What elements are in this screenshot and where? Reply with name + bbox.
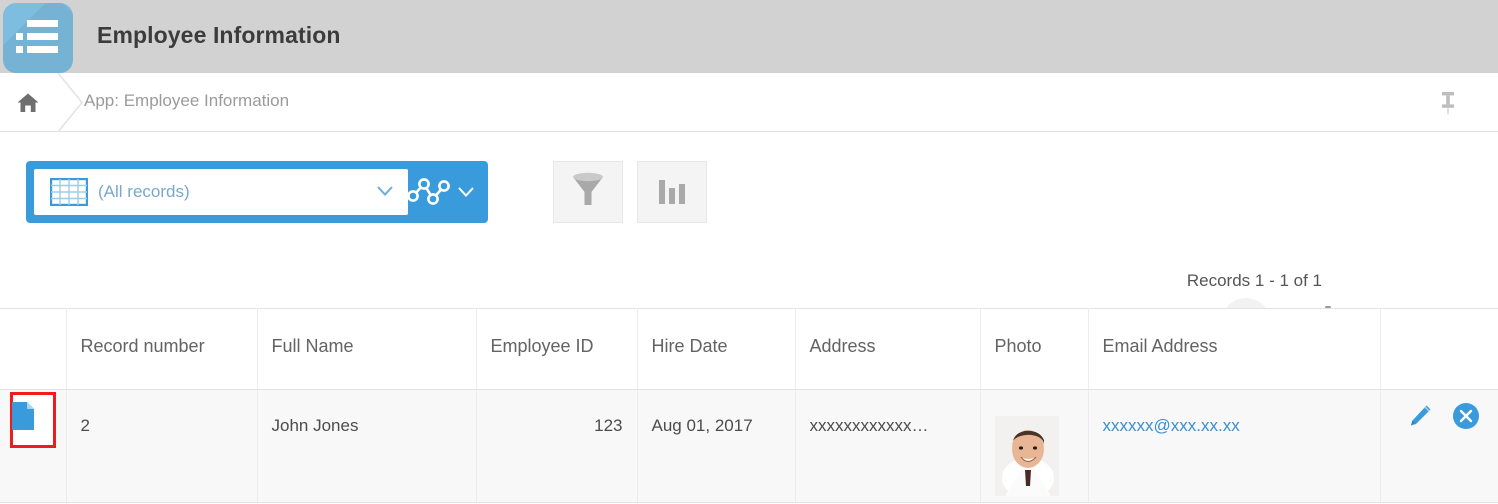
- breadcrumb: App: Employee Information: [0, 72, 1498, 133]
- view-selector-group: (All records): [26, 161, 488, 223]
- employee-information-app: Employee Information App: Employee Infor…: [0, 0, 1498, 504]
- chevron-down-icon: [457, 185, 475, 199]
- page-title: Employee Information: [97, 22, 341, 48]
- cell-address: xxxxxxxxxxxx…: [795, 389, 981, 503]
- column-header-hire-date[interactable]: Hire Date: [637, 308, 796, 390]
- document-icon[interactable]: [12, 402, 34, 430]
- column-header-employee-id[interactable]: Employee ID: [476, 308, 638, 390]
- records-table: Record number Full Name Employee ID Hire…: [0, 308, 1498, 503]
- column-header-blank-left: [0, 308, 67, 390]
- record-count-label: Records 1 - 1 of 1: [1186, 271, 1322, 290]
- record-open-cell[interactable]: [0, 389, 67, 503]
- column-header-photo[interactable]: Photo: [980, 308, 1089, 390]
- email-link[interactable]: xxxxxx@xxx.xx.xx: [1103, 416, 1240, 435]
- title-bar: Employee Information: [0, 0, 1498, 73]
- cell-hire-date: Aug 01, 2017: [637, 389, 796, 503]
- app-icon-container[interactable]: [3, 3, 73, 73]
- cell-record-number: 2: [66, 389, 258, 503]
- cell-full-name: John Jones: [257, 389, 477, 503]
- bar-chart-icon: [657, 174, 687, 211]
- chevron-down-icon: [376, 184, 394, 198]
- delete-circle-icon[interactable]: [1452, 402, 1480, 430]
- breadcrumb-app-label[interactable]: App: Employee Information: [84, 91, 289, 111]
- funnel-filter-icon: [571, 171, 605, 214]
- table-header-row: Record number Full Name Employee ID Hire…: [0, 308, 1498, 390]
- view-select-value: (All records): [98, 182, 190, 201]
- employee-photo: [994, 416, 1059, 496]
- chart-button[interactable]: [637, 161, 707, 223]
- cell-email-address: xxxxxx@xxx.xx.xx: [1088, 389, 1381, 503]
- table-row: 2 John Jones 123 Aug 01, 2017 xxxxxxxxxx…: [0, 389, 1498, 503]
- cell-photo: [980, 389, 1089, 503]
- line-graph-icon: [407, 172, 457, 213]
- filter-button[interactable]: [553, 161, 623, 223]
- column-header-full-name[interactable]: Full Name: [257, 308, 477, 390]
- pencil-edit-icon[interactable]: [1407, 403, 1433, 429]
- pin-icon[interactable]: [1436, 90, 1460, 116]
- list-app-icon: [3, 3, 73, 73]
- cell-row-actions: [1380, 389, 1498, 503]
- column-header-address[interactable]: Address: [795, 308, 981, 390]
- column-header-blank-right: [1380, 308, 1498, 390]
- column-header-record-number[interactable]: Record number: [66, 308, 258, 390]
- grid-table-icon: [49, 177, 89, 207]
- app-icon-glyph: [16, 20, 58, 59]
- view-select[interactable]: (All records): [34, 169, 408, 215]
- graph-view-button[interactable]: [407, 161, 488, 223]
- breadcrumb-separator: [56, 72, 86, 133]
- toolbar: (All records): [0, 132, 1498, 348]
- home-icon[interactable]: [16, 91, 40, 115]
- column-header-email-address[interactable]: Email Address: [1088, 308, 1381, 390]
- cell-employee-id: 123: [476, 389, 638, 503]
